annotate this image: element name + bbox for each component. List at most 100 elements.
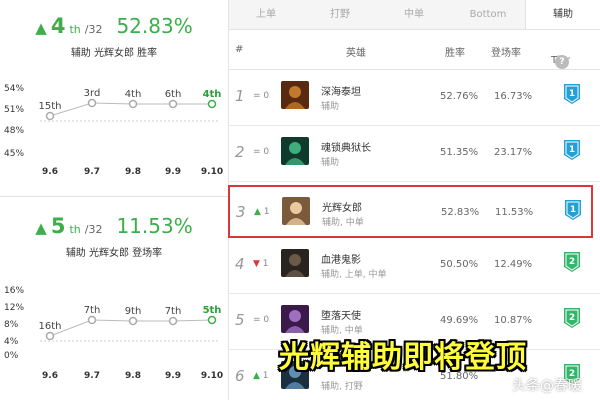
y-tick-label: 48% (4, 126, 24, 136)
tab-top[interactable]: 上单 (229, 0, 303, 29)
trend-point[interactable] (87, 315, 97, 325)
trend-point[interactable] (128, 99, 138, 109)
tier-value: 1 (569, 145, 575, 155)
row-rank-change: = 0 (253, 315, 270, 325)
trend-point[interactable] (45, 111, 55, 121)
pickrate-summary: ▲ 5 th /32 11.53% 辅助 光辉女郎 登场率 (0, 214, 228, 259)
trend-point[interactable] (168, 99, 178, 109)
col-hero[interactable]: 英雄 (346, 44, 366, 59)
tab-support[interactable]: 辅助 (525, 0, 600, 29)
y-tick-label: 54% (4, 84, 24, 94)
y-tick-label: 51% (4, 105, 24, 115)
champion-name[interactable]: 血港鬼影 (321, 251, 361, 266)
divider (0, 196, 228, 197)
winrate-rank-suffix: th (69, 23, 81, 36)
point-rank-label: 9th (125, 306, 142, 317)
x-tick-label: 9.10 (201, 371, 223, 381)
x-tick-label: 9.6 (42, 167, 58, 177)
row-winrate: 52.83% (441, 207, 480, 218)
arrow-down-icon: ▼ (253, 259, 260, 269)
winrate-subtitle: 辅助 光辉女郎 胜率 (70, 48, 158, 59)
winrate-chart: 54% 51% 48% 45% 15th 9.6 3rd 9.7 4th 9.8 6th 9.9 4th… (0, 78, 228, 188)
col-pickrate[interactable]: 登场率 (491, 44, 521, 59)
x-tick-label: 9.6 (42, 371, 58, 381)
champion-name[interactable]: 堕落天使 (321, 307, 361, 322)
watermark-text: 头条@春暖 (512, 378, 582, 394)
champion-roles: 辅助, 上单, 中单 (321, 270, 387, 280)
row-rank: 6 (235, 367, 245, 385)
point-rank-label: 7th (165, 306, 182, 317)
table-row[interactable]: 1 = 0 深海泰坦 辅助 52.76% 16.73% 1 (229, 71, 600, 126)
ranking-panel: 上单 打野 中单 Bottom 辅助 # 英雄 胜率 登场率 Tier? 1 = … (228, 0, 600, 400)
x-tick-label: 9.8 (125, 371, 141, 381)
winrate-rank: 4 (50, 14, 66, 38)
table-row[interactable]: 4 ▼ 1 血港鬼影 辅助, 上单, 中单 50.50% 12.49% 2 (229, 239, 600, 294)
point-rank-label: 6th (165, 89, 182, 100)
trend-point[interactable] (207, 315, 217, 325)
arrow-up-icon: ▲ (254, 207, 261, 217)
row-rank: 1 (235, 87, 245, 105)
col-rank[interactable]: # (235, 44, 243, 55)
y-tick-label: 0% (4, 351, 19, 361)
row-rank: 3 (236, 203, 246, 221)
trend-point[interactable] (45, 331, 55, 341)
champion-portrait[interactable] (281, 249, 309, 277)
champion-roles: 辅助, 中单 (322, 218, 364, 228)
trend-point[interactable] (87, 98, 97, 108)
champion-name[interactable]: 光辉女郎 (322, 199, 362, 214)
point-rank-label: 7th (84, 305, 101, 316)
tab-bottom[interactable]: Bottom (451, 0, 525, 29)
pickrate-rank-suffix: th (69, 223, 81, 236)
pickrate-rank-total: /32 (84, 223, 103, 236)
winrate-rank-total: /32 (84, 23, 103, 36)
promo-banner: 光辉辅助即将登顶 (279, 340, 527, 375)
champion-name[interactable]: 深海泰坦 (321, 83, 361, 98)
col-winrate[interactable]: 胜率 (445, 44, 465, 59)
point-rank-label: 4th (125, 89, 142, 100)
row-pickrate: 16.73% (494, 91, 533, 102)
champion-portrait[interactable] (282, 197, 310, 225)
y-tick-label: 8% (4, 320, 19, 330)
point-rank-label: 5th (203, 305, 222, 316)
up-arrow-icon: ▲ (35, 219, 47, 237)
pickrate-chart-svg: 16% 12% 8% 4% 0% 16th 9.6 7th 9.7 9th 9.8 7th 9.9 5th… (4, 286, 223, 381)
tab-jungle[interactable]: 打野 (303, 0, 377, 29)
x-tick-label: 9.9 (165, 371, 181, 381)
table-row[interactable]: 2 = 0 魂锁典狱长 辅助 51.35% 23.17% 1 (229, 127, 600, 182)
row-rank: 5 (235, 311, 245, 329)
pickrate-chart: 16% 12% 8% 4% 0% 16th 9.6 7th 9.7 9th 9.8 7th 9.9 5th… (0, 280, 228, 392)
tier-badge: 2 (564, 252, 580, 272)
table-row[interactable]: 3 ▲ 1 光辉女郎 辅助, 中单 52.83% 11.53% 1 (228, 185, 593, 238)
trend-point[interactable] (168, 316, 178, 326)
x-tick-label: 9.7 (84, 167, 100, 177)
trend-point[interactable] (207, 99, 217, 109)
x-tick-label: 9.9 (165, 167, 181, 177)
winrate-chart-svg: 54% 51% 48% 45% 15th 9.6 3rd 9.7 4th 9.8 6th 9.9 4th… (4, 84, 223, 177)
champion-portrait[interactable] (281, 81, 309, 109)
stats-panel: ▲ 4 th /32 52.83% 辅助 光辉女郎 胜率 54% 51% 48% 4 5… (0, 0, 228, 400)
pickrate-subtitle: 辅助 光辉女郎 登场率 (65, 248, 163, 259)
point-rank-label: 15th (39, 101, 62, 112)
tier-value: 1 (569, 89, 575, 99)
x-tick-label: 9.8 (125, 167, 141, 177)
row-rank-change: = 0 (253, 147, 270, 157)
point-rank-label: 4th (203, 89, 222, 100)
row-rank-change: ▲ 1 (254, 207, 270, 217)
tab-mid[interactable]: 中单 (377, 0, 451, 29)
trend-point[interactable] (128, 316, 138, 326)
tier-badge: 2 (564, 308, 580, 328)
watermark: 头条@春暖 (491, 375, 582, 395)
help-icon[interactable]: ? (555, 55, 569, 69)
champion-roles: 辅助, 打野 (321, 382, 363, 392)
champion-portrait[interactable] (281, 137, 309, 165)
winrate-summary: ▲ 4 th /32 52.83% 辅助 光辉女郎 胜率 (0, 14, 228, 59)
point-rank-label: 16th (39, 321, 62, 332)
tier-badge: 1 (564, 140, 580, 160)
row-pickrate: 10.87% (494, 315, 533, 326)
champion-portrait[interactable] (281, 305, 309, 333)
tier-value: 2 (569, 257, 575, 267)
champion-name[interactable]: 魂锁典狱长 (321, 139, 371, 154)
pickrate-value: 11.53% (116, 214, 193, 238)
point-rank-label: 3rd (84, 88, 101, 99)
watermark-logo-icon (491, 376, 509, 394)
